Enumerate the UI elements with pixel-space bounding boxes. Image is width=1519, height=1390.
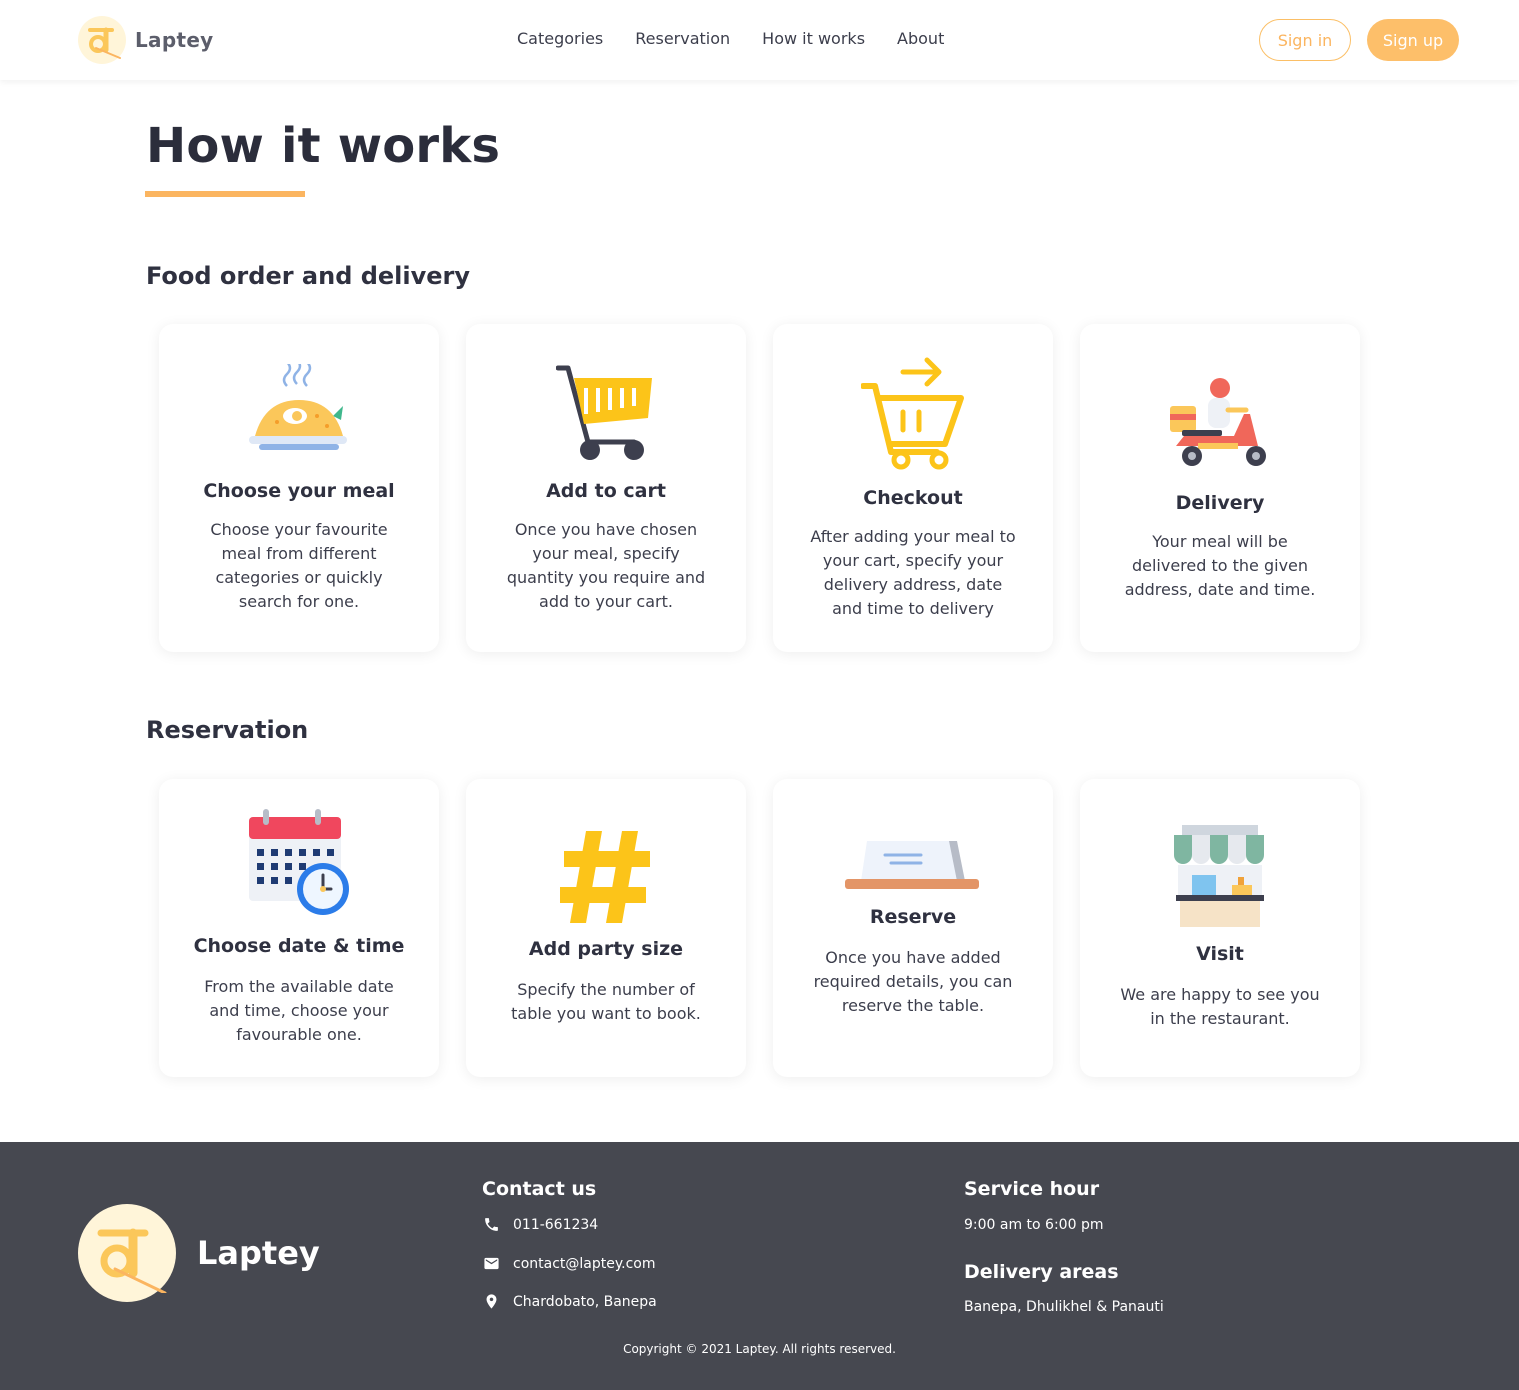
step-card-party-size: Add party size Specify the number of tab… <box>466 779 746 1077</box>
address-text: Chardobato, Banepa <box>513 1293 657 1310</box>
nav-how-it-works[interactable]: How it works <box>762 29 865 48</box>
sign-up-button[interactable]: Sign up <box>1367 19 1459 61</box>
footer-brand-name: Laptey <box>197 1234 320 1272</box>
logo-icon <box>78 16 126 64</box>
step-card-reserve: Reserve Once you have added required det… <box>773 779 1053 1077</box>
step-description: Specify the number of table you want to … <box>511 980 701 1023</box>
main-nav: Categories Reservation How it works Abou… <box>517 29 976 48</box>
section-title-reservation: Reservation <box>146 716 309 744</box>
contact-phone[interactable]: 011-661234 <box>483 1216 598 1233</box>
step-description: Once you have added required details, yo… <box>813 948 1013 1015</box>
step-card-add-to-cart: Add to cart Once you have chosen your me… <box>466 324 746 652</box>
service-hour-heading: Service hour <box>964 1178 1100 1200</box>
nav-about[interactable]: About <box>897 29 944 48</box>
sign-in-button[interactable]: Sign in <box>1259 19 1351 61</box>
shopping-cart-icon <box>466 364 746 460</box>
contact-address: Chardobato, Banepa <box>483 1293 657 1310</box>
step-card-choose-date: Choose date & time From the available da… <box>159 779 439 1077</box>
checkout-cart-icon <box>773 356 1053 470</box>
step-card-visit: Visit We are happy to see you in the res… <box>1080 779 1360 1077</box>
page-title: How it works <box>146 118 501 174</box>
step-card-checkout: Checkout After adding your meal to your … <box>773 324 1053 652</box>
copyright-text: Copyright © 2021 Laptey. All rights rese… <box>623 1342 896 1356</box>
step-card-choose-meal: Choose your meal Choose your favourite m… <box>159 324 439 652</box>
reserved-sign-icon <box>773 837 1053 891</box>
phone-icon <box>485 1218 498 1231</box>
delivery-areas-text: Banepa, Dhulikhel & Panauti <box>964 1299 1164 1315</box>
delivery-areas-heading: Delivery areas <box>964 1261 1119 1283</box>
meal-plate-icon <box>159 364 439 460</box>
footer: Laptey Contact us 011-661234 contact@lap… <box>0 1142 1519 1390</box>
step-card-delivery: Delivery Your meal will be delivered to … <box>1080 324 1360 652</box>
step-title: Add party size <box>528 938 684 960</box>
step-title: Choose your meal <box>203 480 395 502</box>
location-pin-icon <box>486 1294 497 1309</box>
step-title: Reserve <box>869 906 957 928</box>
nav-categories[interactable]: Categories <box>517 29 603 48</box>
step-description: From the available date and time, choose… <box>204 977 394 1044</box>
calendar-clock-icon <box>159 809 439 919</box>
step-description: We are happy to see you in the restauran… <box>1120 985 1320 1028</box>
top-navbar: Laptey Categories Reservation How it wor… <box>0 0 1519 80</box>
nav-reservation[interactable]: Reservation <box>635 29 730 48</box>
step-title: Delivery <box>1175 492 1265 514</box>
email-address: contact@laptey.com <box>513 1255 656 1272</box>
title-underline <box>145 191 305 197</box>
step-title: Visit <box>1196 943 1244 965</box>
contact-email[interactable]: contact@laptey.com <box>483 1255 656 1272</box>
step-title: Choose date & time <box>193 935 405 957</box>
step-description: Choose your favourite meal from differen… <box>210 520 388 611</box>
step-title: Add to cart <box>546 480 666 502</box>
section-title-food-order: Food order and delivery <box>146 262 471 290</box>
step-description: Your meal will be delivered to the given… <box>1124 532 1316 599</box>
restaurant-stall-icon <box>1080 825 1360 929</box>
delivery-scooter-icon <box>1080 376 1360 472</box>
step-title: Checkout <box>863 487 963 509</box>
step-description: Once you have chosen your meal, specify … <box>506 520 706 611</box>
contact-heading: Contact us <box>482 1178 597 1200</box>
service-hours-text: 9:00 am to 6:00 pm <box>964 1217 1104 1233</box>
step-description: After adding your meal to your cart, spe… <box>810 527 1016 618</box>
mail-icon <box>484 1257 499 1270</box>
brand-logo[interactable]: Laptey <box>78 16 214 64</box>
phone-number: 011-661234 <box>513 1216 599 1233</box>
hashtag-icon <box>466 831 746 923</box>
brand-name: Laptey <box>135 28 214 52</box>
footer-logo-icon[interactable] <box>78 1204 176 1302</box>
